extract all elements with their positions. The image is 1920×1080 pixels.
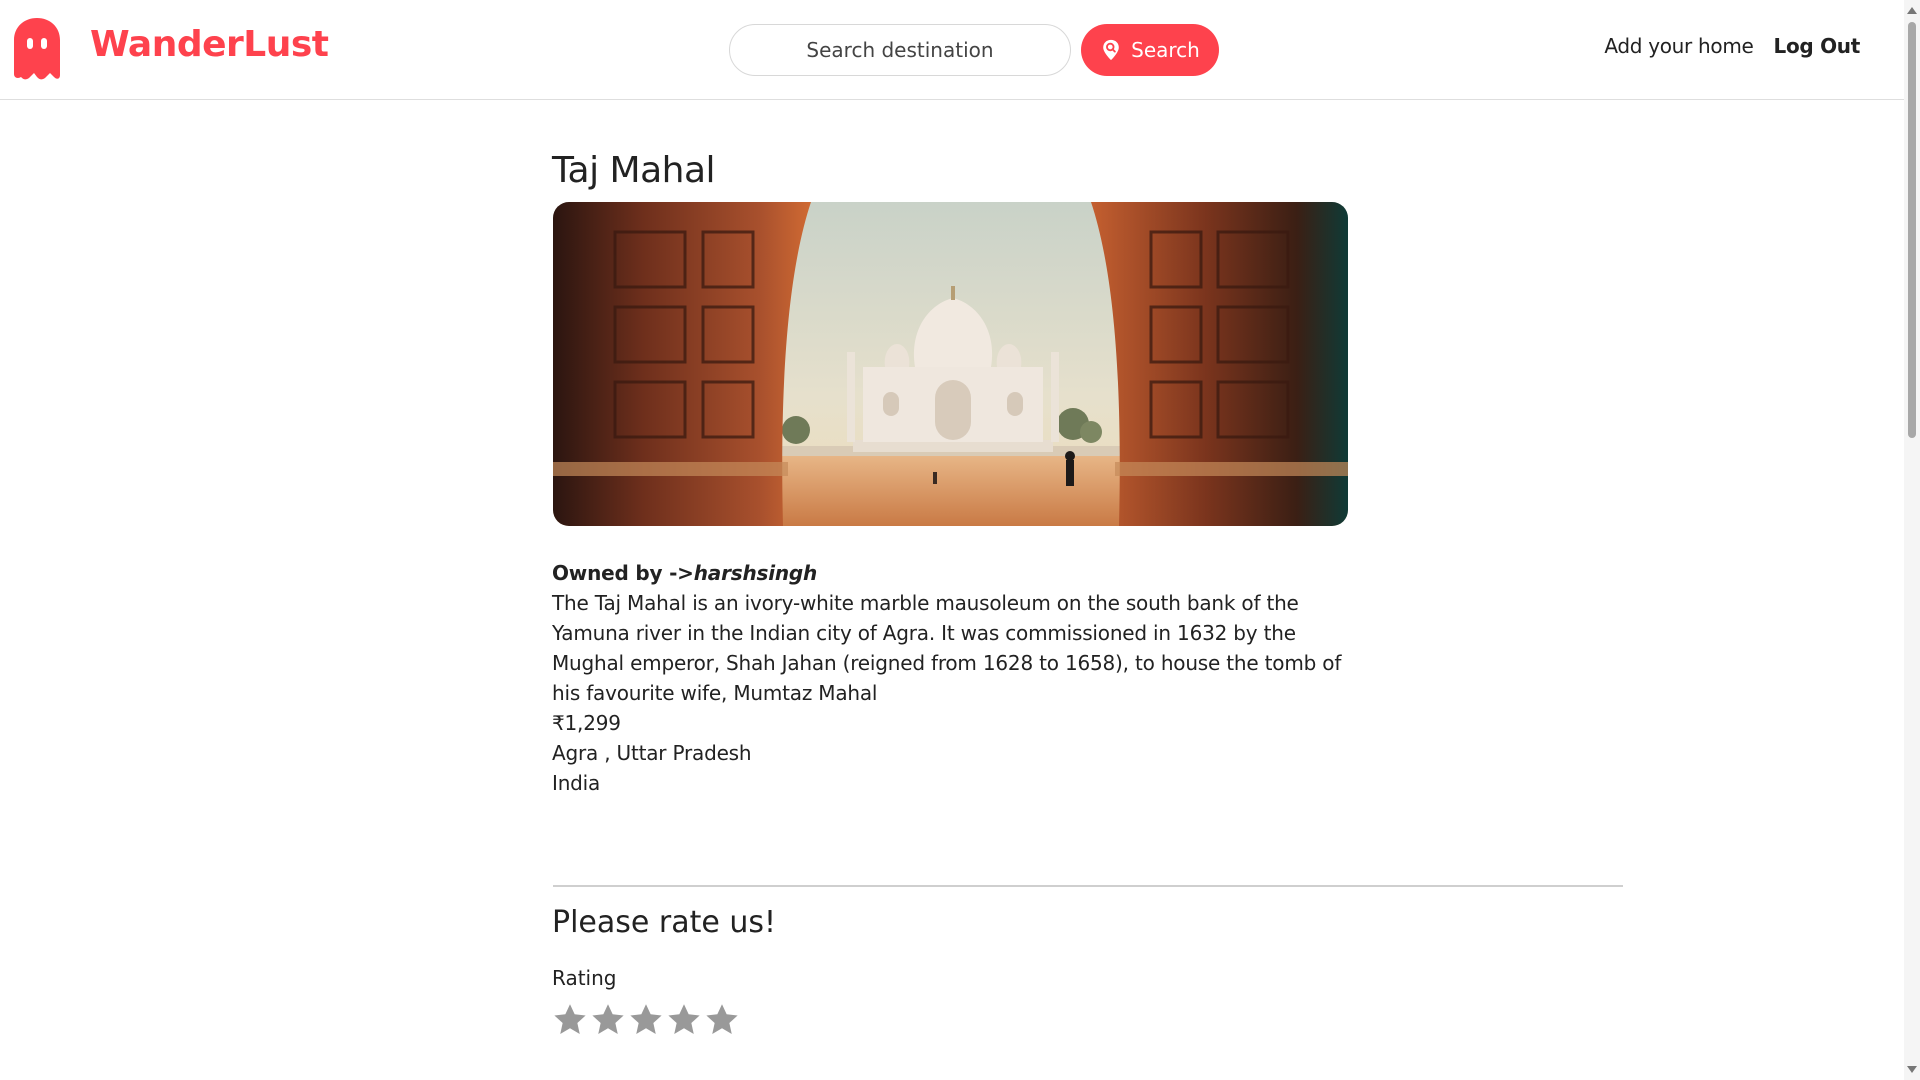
scroll-up-arrow-icon[interactable] (1907, 7, 1917, 14)
scroll-down-arrow-icon[interactable] (1907, 1066, 1917, 1073)
page-scrollbar[interactable] (1904, 0, 1920, 1080)
ghost-logo-icon[interactable] (14, 18, 60, 80)
star-icon-3[interactable] (628, 1002, 664, 1038)
review-heading: Please rate us! (552, 905, 777, 940)
star-icon-1[interactable] (552, 1002, 588, 1038)
listing-details: Owned by ->harshsingh The Taj Mahal is a… (552, 558, 1352, 798)
search-location-icon (1103, 39, 1119, 61)
owner-name: harshsingh (693, 561, 818, 585)
navbar: WanderLust Search Add your home Log Out (0, 0, 1904, 100)
owner-label: Owned by -> (552, 561, 694, 585)
star-icon-5[interactable] (704, 1002, 740, 1038)
listing-country: India (552, 771, 601, 795)
section-divider (553, 885, 1623, 887)
search-button-label: Search (1131, 38, 1200, 62)
page: WanderLust Search Add your home Log Out … (0, 0, 1920, 1080)
star-icon-4[interactable] (666, 1002, 702, 1038)
star-icon-2[interactable] (590, 1002, 626, 1038)
listing-price: ₹1,299 (552, 711, 621, 735)
logout-link[interactable]: Log Out (1774, 34, 1861, 58)
listing-description: The Taj Mahal is an ivory-white marble m… (552, 591, 1342, 705)
rating-label: Rating (552, 966, 617, 990)
add-home-link[interactable]: Add your home (1604, 34, 1754, 58)
search-button[interactable]: Search (1081, 24, 1219, 76)
owner-line: Owned by ->harshsingh (552, 558, 1352, 588)
search-input[interactable] (729, 24, 1071, 76)
listing-title: Taj Mahal (552, 150, 716, 191)
brand-link[interactable]: WanderLust (90, 24, 329, 65)
listing-location: Agra , Uttar Pradesh (552, 741, 752, 765)
star-rating (552, 1002, 740, 1038)
scrollbar-thumb[interactable] (1908, 22, 1916, 438)
listing-image (553, 202, 1348, 526)
nav-links: Add your home Log Out (1604, 34, 1860, 58)
